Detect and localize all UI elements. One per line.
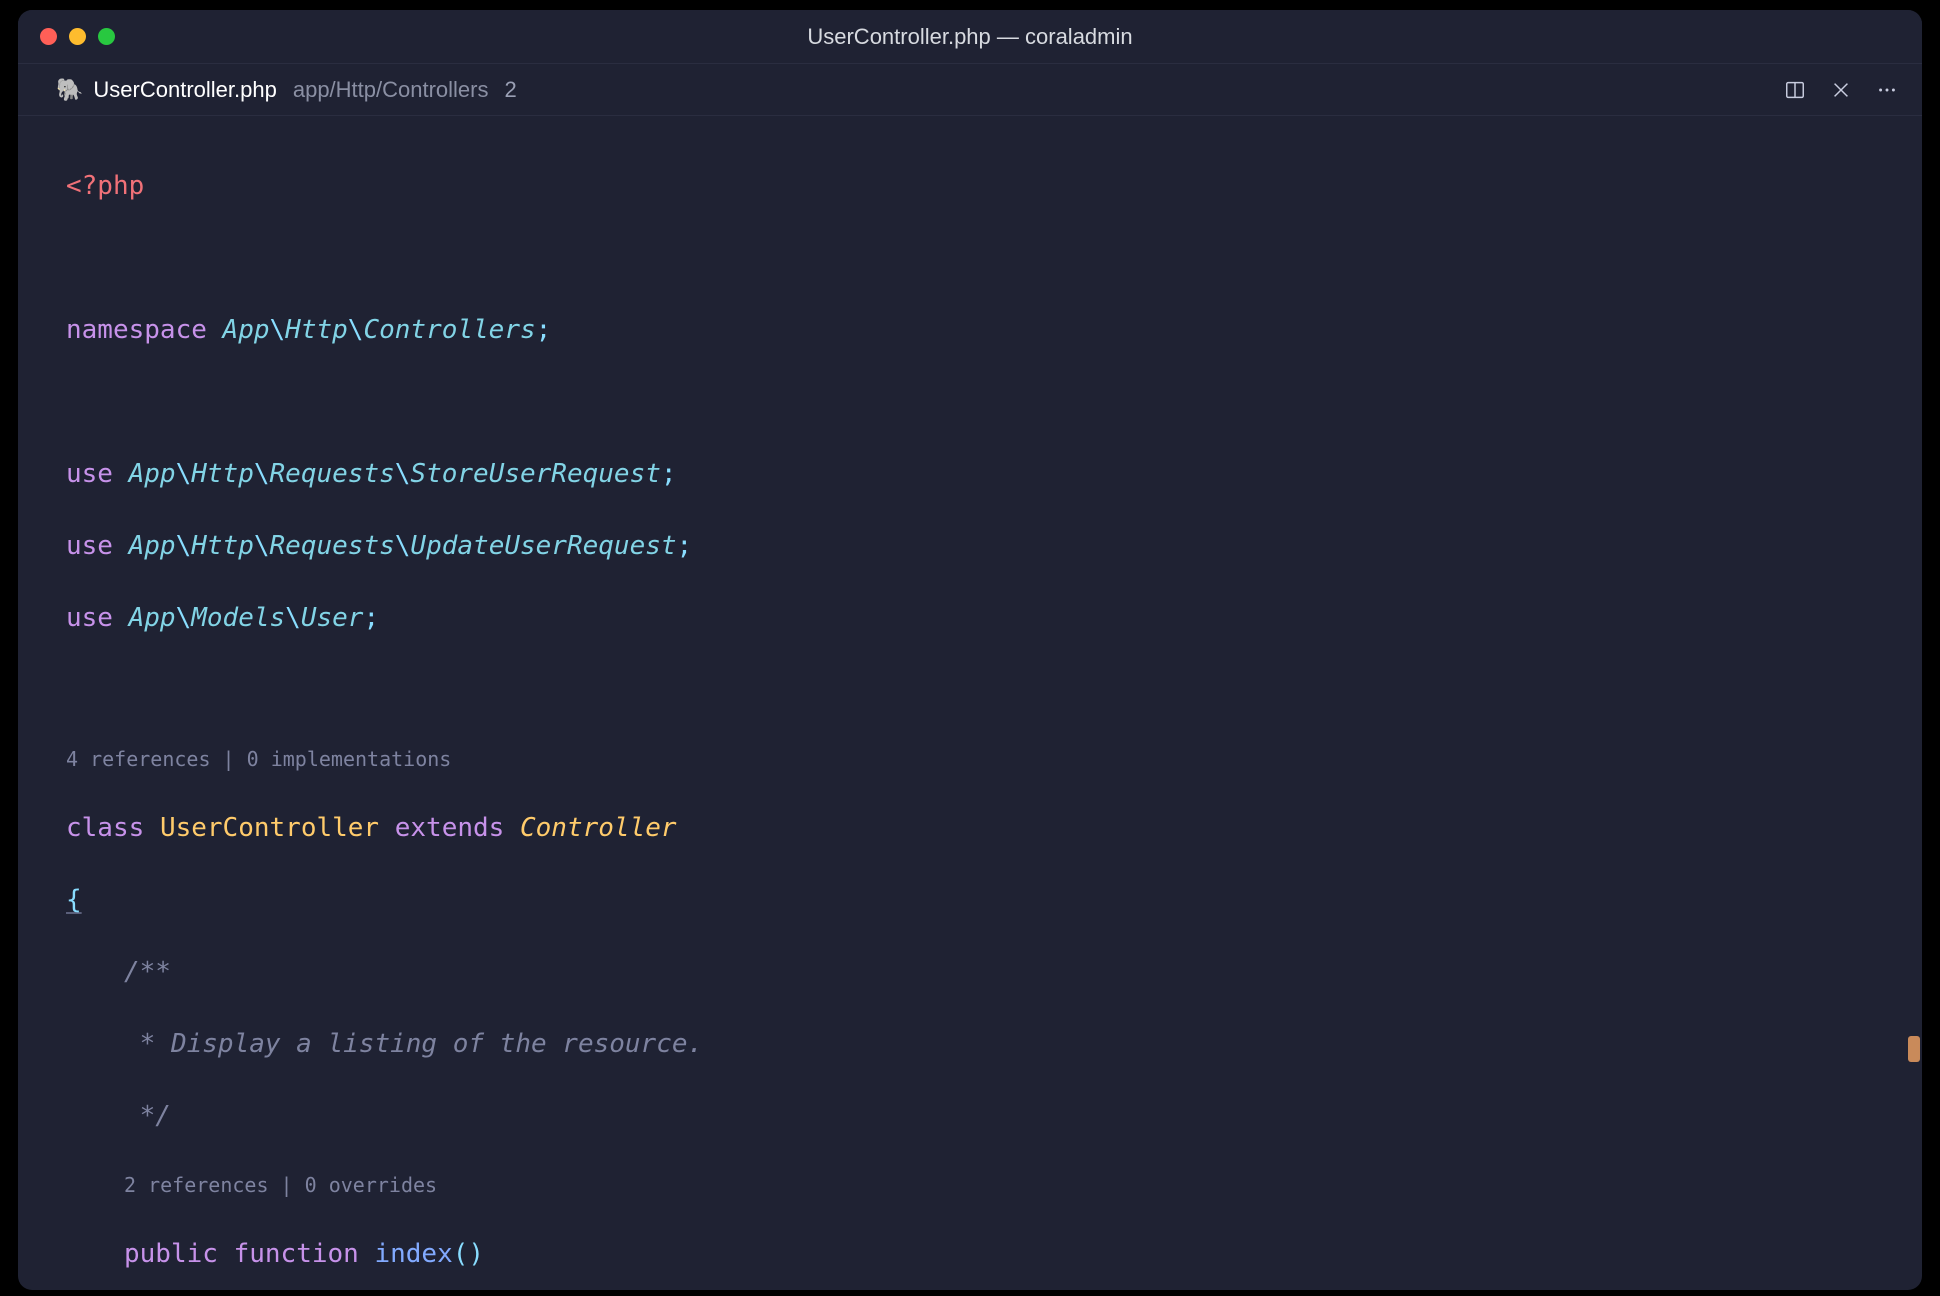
- tab-path: app/Http/Controllers: [293, 77, 489, 103]
- kw-public: public: [124, 1239, 218, 1269]
- brace-open: {: [66, 885, 82, 915]
- kw-function: function: [234, 1239, 359, 1269]
- type-usercontroller: UserController: [160, 813, 379, 843]
- traffic-lights: [18, 28, 115, 45]
- ns-storeuserrequest: StoreUserRequest: [410, 459, 660, 489]
- ns-controllers: Controllers: [363, 315, 535, 345]
- tab-usercontroller[interactable]: 🐘 UserController.php app/Http/Controller…: [56, 77, 517, 103]
- tab-filename: UserController.php: [93, 77, 276, 103]
- window-title: UserController.php — coraladmin: [18, 24, 1922, 50]
- editor-window: UserController.php — coraladmin 🐘 UserCo…: [18, 10, 1922, 1290]
- docblock-open: /**: [124, 957, 171, 987]
- zoom-window-button[interactable]: [98, 28, 115, 45]
- kw-extends: extends: [395, 813, 505, 843]
- close-tab-icon[interactable]: [1824, 73, 1858, 107]
- ns-app: App: [223, 315, 270, 345]
- docblock-index: * Display a listing of the resource.: [124, 1029, 703, 1059]
- split-editor-icon[interactable]: [1778, 73, 1812, 107]
- ns-user: User: [301, 603, 364, 633]
- scrollbar-thumb[interactable]: [1908, 1036, 1920, 1062]
- fn-index: index: [374, 1239, 452, 1269]
- kw-use: use: [66, 459, 113, 489]
- php-elephant-icon: 🐘: [56, 77, 83, 103]
- kw-class: class: [66, 813, 144, 843]
- close-window-button[interactable]: [40, 28, 57, 45]
- minimize-window-button[interactable]: [69, 28, 86, 45]
- kw-namespace: namespace: [66, 315, 207, 345]
- ns-http: Http: [285, 315, 348, 345]
- code-editor[interactable]: <?php namespace App\Http\Controllers; us…: [18, 116, 1922, 1290]
- php-open-tag: <?php: [66, 171, 144, 201]
- titlebar: UserController.php — coraladmin: [18, 10, 1922, 64]
- codelens-class[interactable]: 4 references | 0 implementations: [66, 744, 1922, 774]
- tab-bar: 🐘 UserController.php app/Http/Controller…: [18, 64, 1922, 116]
- more-actions-icon[interactable]: [1870, 73, 1904, 107]
- tab-problem-badge: 2: [505, 77, 517, 103]
- docblock-close: */: [124, 1101, 171, 1131]
- codelens-index[interactable]: 2 references | 0 overrides: [66, 1170, 1922, 1200]
- type-controller: Controller: [520, 813, 677, 843]
- ns-updateuserrequest: UpdateUserRequest: [410, 531, 676, 561]
